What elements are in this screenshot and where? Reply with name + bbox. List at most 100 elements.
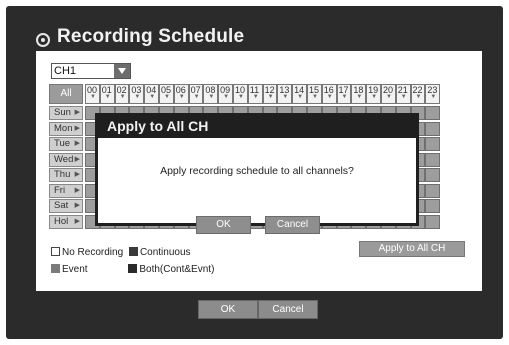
down-arrow-icon: ▼ <box>415 94 422 100</box>
channel-select-value: CH1 <box>54 65 77 77</box>
down-arrow-icon: ▼ <box>371 94 378 100</box>
hour-header-cell[interactable]: 21 ▼ <box>395 84 411 104</box>
right-arrow-icon: ▶ <box>74 202 80 209</box>
hour-header-cell[interactable]: 01 ▼ <box>99 84 115 104</box>
hour-header-cell[interactable]: 05 ▼ <box>158 84 174 104</box>
legend-row-1: No Recording Continuous <box>51 247 191 258</box>
schedule-cell[interactable] <box>425 121 441 136</box>
dialog-ok-button[interactable]: OK <box>196 216 251 234</box>
hour-header-cell[interactable]: 06 ▼ <box>173 84 189 104</box>
schedule-cell[interactable] <box>425 106 441 120</box>
day-row-header[interactable]: Fri ▶ <box>49 183 83 198</box>
channel-select[interactable]: CH1 <box>51 63 131 79</box>
right-arrow-icon: ▶ <box>74 124 80 132</box>
down-arrow-icon: ▼ <box>400 94 407 100</box>
down-arrow-icon: ▼ <box>119 94 126 100</box>
down-arrow-icon: ▼ <box>311 94 318 100</box>
right-arrow-icon: ▶ <box>74 109 80 116</box>
legend-both: Both(Cont&Evnt) <box>139 264 215 275</box>
hour-header-cell[interactable]: 20 ▼ <box>380 84 396 104</box>
dialog-message: Apply recording schedule to all channels… <box>160 165 354 177</box>
day-label: Sat <box>54 200 69 211</box>
cancel-button[interactable]: Cancel <box>258 300 318 319</box>
down-arrow-icon: ▼ <box>178 94 185 100</box>
down-arrow-icon: ▼ <box>430 94 437 100</box>
hour-header-cell[interactable]: 08 ▼ <box>203 84 219 104</box>
hour-header-cell[interactable]: 04 ▼ <box>144 84 159 104</box>
down-arrow-icon: ▼ <box>90 94 96 100</box>
legend-continuous: Continuous <box>139 247 191 258</box>
down-arrow-icon: ▼ <box>326 94 333 100</box>
both-swatch <box>128 264 138 273</box>
hour-header-cell[interactable]: 10 ▼ <box>232 84 248 104</box>
right-arrow-icon: ▶ <box>74 217 80 225</box>
select-all-button[interactable]: All <box>49 84 83 104</box>
dialog-title: Apply to All CH <box>107 118 209 134</box>
hour-header-cell[interactable]: 22 ▼ <box>410 84 426 104</box>
day-label: Tue <box>54 138 71 149</box>
down-arrow-icon: ▼ <box>134 94 141 100</box>
schedule-cell[interactable] <box>425 199 441 213</box>
bullet-circle-icon <box>36 33 50 47</box>
hour-header-cell[interactable]: 11 ▼ <box>247 84 263 104</box>
down-arrow-icon: ▼ <box>356 94 363 100</box>
legend-event: Event <box>62 264 88 275</box>
day-row-header[interactable]: Wed ▶ <box>49 152 83 167</box>
day-row-header[interactable]: Hol ▶ <box>49 214 83 229</box>
down-arrow-icon: ▼ <box>297 94 304 100</box>
down-arrow-icon: ▼ <box>282 94 289 100</box>
day-label: Mon <box>54 122 73 134</box>
legend-row-2: Event Both(Cont&Evnt) <box>51 264 214 275</box>
ok-button[interactable]: OK <box>198 300 258 319</box>
apply-to-all-ch-button[interactable]: Apply to All CH <box>359 241 465 257</box>
down-arrow-icon: ▼ <box>237 94 244 100</box>
hour-header-cell[interactable]: 23 ▼ <box>425 84 441 104</box>
hour-header-cell[interactable]: 16 ▼ <box>321 84 337 104</box>
right-arrow-icon: ▶ <box>74 186 80 194</box>
dialog-cancel-button[interactable]: Cancel <box>265 216 320 234</box>
day-row-header[interactable]: Tue ▶ <box>49 137 83 151</box>
hour-header-cell[interactable]: 12 ▼ <box>262 84 278 104</box>
schedule-cell[interactable] <box>425 137 441 151</box>
down-arrow-icon: ▼ <box>104 94 111 100</box>
hour-header-cell[interactable]: 19 ▼ <box>366 84 381 104</box>
no-recording-swatch <box>51 247 60 256</box>
schedule-cell[interactable] <box>425 168 441 182</box>
down-arrow-icon: ▼ <box>163 94 170 100</box>
right-arrow-icon: ▶ <box>74 155 80 163</box>
apply-dialog: Apply to All CH Apply recording schedule… <box>95 113 419 234</box>
day-label: Hol <box>54 215 69 227</box>
day-row-header[interactable]: Sat ▶ <box>49 199 83 213</box>
schedule-cell[interactable] <box>425 152 441 167</box>
right-arrow-icon: ▶ <box>74 140 80 147</box>
day-label: Sun <box>54 107 71 118</box>
hour-header-cell[interactable]: 02 ▼ <box>114 84 130 104</box>
right-arrow-icon: ▶ <box>74 171 80 178</box>
legend-no-recording: No Recording <box>62 247 124 258</box>
schedule-cell[interactable] <box>425 183 441 198</box>
dialog-body: Apply recording schedule to all channels… <box>98 138 416 234</box>
hour-header-cell[interactable]: 03 ▼ <box>129 84 145 104</box>
day-label: Fri <box>54 184 66 196</box>
hour-header-cell[interactable]: 18 ▼ <box>351 84 367 104</box>
down-arrow-icon: ▼ <box>252 94 259 100</box>
down-arrow-icon: ▼ <box>341 94 348 100</box>
hour-header-cell[interactable]: 07 ▼ <box>188 84 204 104</box>
hour-header-cell[interactable]: 15 ▼ <box>306 84 322 104</box>
hour-header-cell[interactable]: 17 ▼ <box>336 84 352 104</box>
day-row-header[interactable]: Sun ▶ <box>49 106 83 120</box>
hour-header-cell[interactable]: 09 ▼ <box>218 84 233 104</box>
hour-header-cell[interactable]: 00 ▼ <box>85 84 100 104</box>
day-row-header[interactable]: Mon ▶ <box>49 121 83 136</box>
hour-header-cell[interactable]: 14 ▼ <box>292 84 307 104</box>
schedule-cell[interactable] <box>425 214 441 229</box>
day-label: Thu <box>54 169 71 180</box>
down-arrow-icon: ▼ <box>267 94 274 100</box>
chevron-down-icon[interactable] <box>114 64 130 78</box>
hour-header-cell[interactable]: 13 ▼ <box>277 84 293 104</box>
day-row-header[interactable]: Thu ▶ <box>49 168 83 182</box>
day-label: Wed <box>54 153 74 165</box>
down-arrow-icon: ▼ <box>385 94 392 100</box>
hour-header: 00 ▼ 01 ▼ 02 ▼ 03 ▼ 04 ▼ 05 ▼ 06 ▼ 07 ▼ 08 ▼ 09 ▼ 10 ▼ 11 ▼ 12 ▼ 1… <box>85 84 441 104</box>
down-arrow-icon: ▼ <box>208 94 215 100</box>
